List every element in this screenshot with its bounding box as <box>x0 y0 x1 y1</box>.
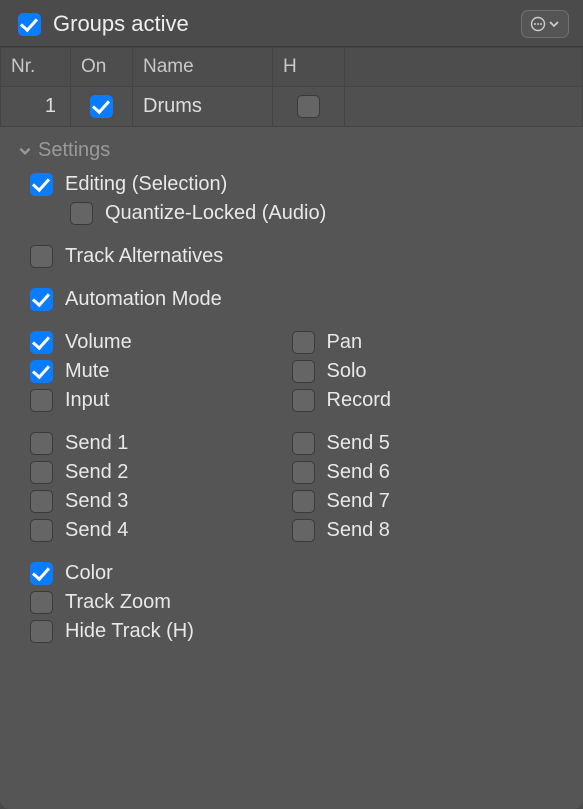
volume-label: Volume <box>65 331 132 354</box>
cell-h <box>273 87 345 127</box>
track-zoom-label: Track Zoom <box>65 591 171 614</box>
input-checkbox[interactable] <box>30 389 53 412</box>
hide-track-label: Hide Track (H) <box>65 620 194 643</box>
track-alt-checkbox[interactable] <box>30 245 53 268</box>
row-track-alt: Track Alternatives <box>18 242 565 271</box>
row-automation: Automation Mode <box>18 285 565 314</box>
send4-label: Send 4 <box>65 519 128 542</box>
color-checkbox[interactable] <box>30 562 53 585</box>
settings-title: Settings <box>38 139 110 162</box>
quantize-label: Quantize-Locked (Audio) <box>105 202 326 225</box>
solo-checkbox[interactable] <box>292 360 315 383</box>
record-checkbox[interactable] <box>292 389 315 412</box>
col-header-h[interactable]: H <box>273 48 345 87</box>
row-h-checkbox[interactable] <box>297 95 320 118</box>
row-quantize: Quantize-Locked (Audio) <box>18 199 565 228</box>
settings-section: Settings Editing (Selection) Quantize-Lo… <box>0 127 583 650</box>
pan-label: Pan <box>327 331 363 354</box>
chevron-down-icon <box>18 144 32 158</box>
send6-label: Send 6 <box>327 461 390 484</box>
cell-name[interactable]: Drums <box>133 87 273 127</box>
send7-checkbox[interactable] <box>292 490 315 513</box>
track-zoom-checkbox[interactable] <box>30 591 53 614</box>
send8-checkbox[interactable] <box>292 519 315 542</box>
mute-label: Mute <box>65 360 109 383</box>
chevron-down-icon <box>548 18 560 30</box>
row-editing: Editing (Selection) <box>18 170 565 199</box>
send1-checkbox[interactable] <box>30 432 53 455</box>
record-label: Record <box>327 389 391 412</box>
quantize-checkbox[interactable] <box>70 202 93 225</box>
send1-label: Send 1 <box>65 432 128 455</box>
send3-label: Send 3 <box>65 490 128 513</box>
editing-label: Editing (Selection) <box>65 173 227 196</box>
input-label: Input <box>65 389 109 412</box>
col-header-spacer <box>345 48 583 87</box>
col-header-name[interactable]: Name <box>133 48 273 87</box>
send3-checkbox[interactable] <box>30 490 53 513</box>
groups-active-checkbox[interactable] <box>18 13 41 36</box>
cell-nr: 1 <box>1 87 71 127</box>
send6-checkbox[interactable] <box>292 461 315 484</box>
col-header-nr[interactable]: Nr. <box>1 48 71 87</box>
send5-label: Send 5 <box>327 432 390 455</box>
groups-table: Nr. On Name H 1 Drums <box>0 47 583 127</box>
mute-checkbox[interactable] <box>30 360 53 383</box>
col-header-on[interactable]: On <box>71 48 133 87</box>
table-row[interactable]: 1 Drums <box>1 87 583 127</box>
color-label: Color <box>65 562 113 585</box>
track-alt-label: Track Alternatives <box>65 245 223 268</box>
volume-checkbox[interactable] <box>30 331 53 354</box>
ellipsis-icon <box>530 16 546 32</box>
settings-disclosure[interactable]: Settings <box>18 139 565 162</box>
hide-track-checkbox[interactable] <box>30 620 53 643</box>
editing-checkbox[interactable] <box>30 173 53 196</box>
cell-spacer <box>345 87 583 127</box>
panel-header: Groups active <box>0 0 583 47</box>
panel-title: Groups active <box>53 11 521 37</box>
row-on-checkbox[interactable] <box>90 95 113 118</box>
send8-label: Send 8 <box>327 519 390 542</box>
groups-panel: Groups active Nr. On Name H 1 <box>0 0 583 809</box>
send7-label: Send 7 <box>327 490 390 513</box>
cell-on <box>71 87 133 127</box>
send2-checkbox[interactable] <box>30 461 53 484</box>
send4-checkbox[interactable] <box>30 519 53 542</box>
automation-label: Automation Mode <box>65 288 222 311</box>
automation-checkbox[interactable] <box>30 288 53 311</box>
solo-label: Solo <box>327 360 367 383</box>
send5-checkbox[interactable] <box>292 432 315 455</box>
more-options-button[interactable] <box>521 10 569 38</box>
send2-label: Send 2 <box>65 461 128 484</box>
pan-checkbox[interactable] <box>292 331 315 354</box>
